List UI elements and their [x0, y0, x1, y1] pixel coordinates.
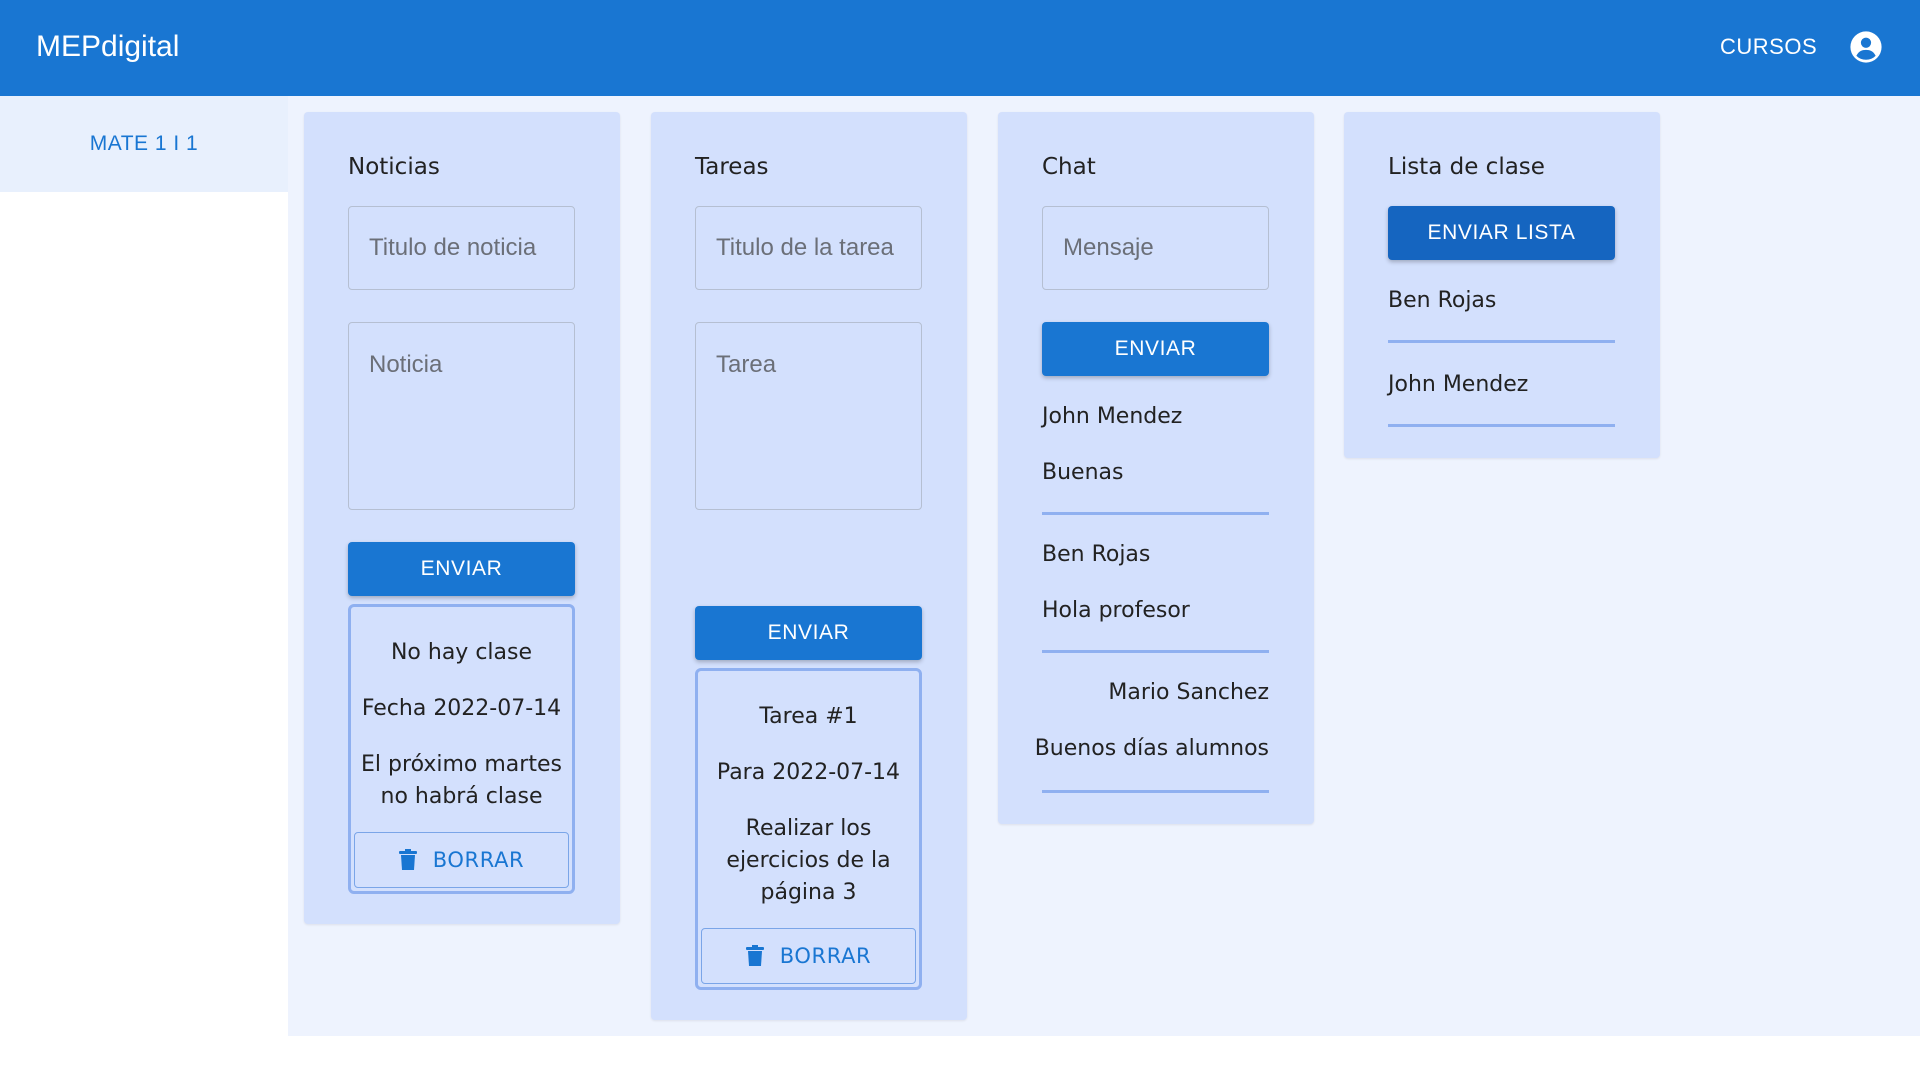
chat-title: Chat [1042, 154, 1096, 180]
chat-message-author: John Mendez [1042, 404, 1183, 429]
chat-divider [1042, 650, 1269, 653]
tarea-title-input[interactable] [695, 206, 922, 290]
chat-send-button[interactable]: ENVIAR [1042, 322, 1269, 376]
student-divider [1388, 424, 1615, 427]
post-date: Fecha 2022-07-14 [361, 696, 562, 721]
nav-cursos-link[interactable]: CURSOS [1720, 34, 1817, 60]
chat-message-text: Buenos días alumnos [1034, 736, 1269, 761]
send-list-button[interactable]: ENVIAR LISTA [1388, 206, 1615, 260]
post-body-line: El próximo martes [361, 752, 562, 777]
delete-label: BORRAR [779, 944, 872, 968]
brand-logo[interactable]: MEPdigital [36, 30, 179, 64]
sidebar: MATE 1 I 1 [0, 96, 288, 192]
noticia-title-input[interactable] [348, 206, 575, 290]
post-body-line: no habrá clase [380, 784, 543, 809]
chat-card: Chat ENVIAR John Mendez Buenas Ben Rojas… [998, 112, 1314, 824]
tarea-delete-button[interactable]: BORRAR [701, 928, 916, 984]
app-bar: MEPdigital CURSOS [0, 0, 1920, 96]
trash-icon [745, 945, 764, 966]
chat-message-input[interactable] [1042, 206, 1269, 290]
noticia-body-input[interactable] [348, 322, 575, 510]
post-date: Para 2022-07-14 [716, 760, 901, 785]
chat-message-author: Mario Sanchez [1108, 680, 1269, 705]
noticias-send-button[interactable]: ENVIAR [348, 542, 575, 596]
delete-label: BORRAR [432, 848, 525, 872]
post-title: No hay clase [390, 640, 533, 665]
chat-divider [1042, 512, 1269, 515]
lista-card: Lista de clase ENVIAR LISTA Ben Rojas Jo… [1344, 112, 1660, 458]
chat-message-text: Buenas [1042, 460, 1124, 485]
noticia-post: No hay clase Fecha 2022-07-14 El próximo… [348, 604, 575, 894]
post-body-line: Realizar los [745, 816, 872, 841]
tareas-card: Tareas ENVIAR Tarea #1 Para 2022-07-14 R… [651, 112, 967, 1020]
trash-icon [398, 849, 417, 870]
noticia-delete-button[interactable]: BORRAR [354, 832, 569, 888]
student-name: John Mendez [1388, 372, 1529, 397]
post-body-line: página 3 [760, 880, 857, 905]
sidebar-item-mate[interactable]: MATE 1 I 1 [0, 96, 288, 192]
lista-title: Lista de clase [1388, 154, 1545, 180]
noticias-title: Noticias [348, 154, 440, 180]
noticias-card: Noticias ENVIAR No hay clase Fecha 2022-… [304, 112, 620, 924]
student-divider [1388, 340, 1615, 343]
post-title: Tarea #1 [759, 704, 858, 729]
tareas-title: Tareas [695, 154, 769, 180]
chat-divider [1042, 790, 1269, 793]
post-body-line: ejercicios de la [726, 848, 891, 873]
tarea-body-input[interactable] [695, 322, 922, 510]
account-circle-icon[interactable] [1849, 30, 1883, 64]
chat-message-author: Ben Rojas [1042, 542, 1151, 567]
student-name: Ben Rojas [1388, 288, 1497, 313]
chat-message-text: Hola profesor [1042, 598, 1190, 623]
tareas-send-button[interactable]: ENVIAR [695, 606, 922, 660]
tarea-post: Tarea #1 Para 2022-07-14 Realizar los ej… [695, 668, 922, 990]
